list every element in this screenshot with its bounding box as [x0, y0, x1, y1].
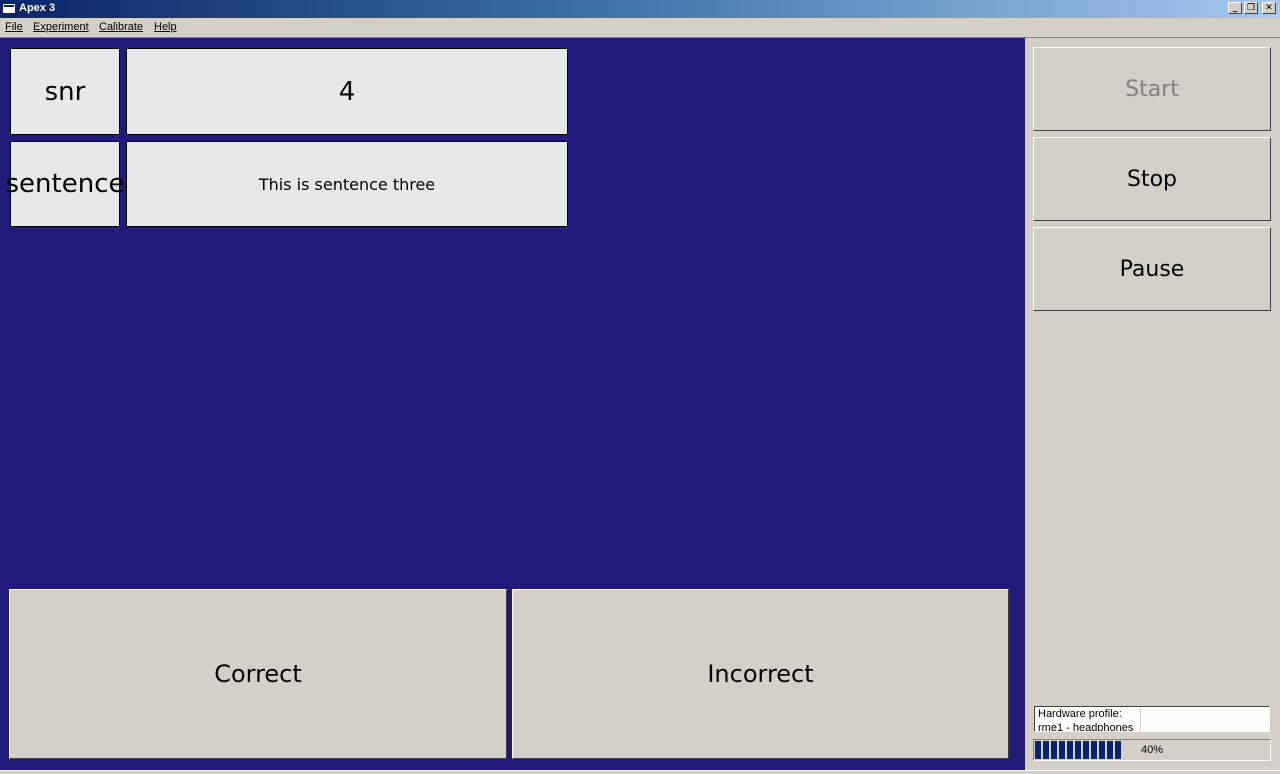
hardware-profile-box: Hardware profile: rme1 - headphones [1034, 706, 1270, 732]
param-value-snr: 4 [126, 48, 568, 135]
title-bar: Apex 3 _ ❐ ✕ [0, 0, 1280, 18]
hardware-profile-text: Hardware profile: rme1 - headphones [1038, 708, 1134, 732]
incorrect-button[interactable]: Incorrect [512, 589, 1009, 759]
app-icon [2, 3, 16, 14]
window-title: Apex 3 [19, 2, 56, 14]
progress-bar: 40% [1033, 739, 1271, 761]
start-button[interactable]: Start [1033, 47, 1271, 131]
stop-button[interactable]: Stop [1033, 137, 1271, 221]
bottom-edge [0, 770, 1280, 774]
restore-button[interactable]: ❐ [1244, 2, 1258, 14]
menu-experiment[interactable]: Experiment [33, 21, 89, 33]
close-button[interactable]: ✕ [1262, 2, 1276, 14]
menu-calibrate[interactable]: Calibrate [99, 21, 143, 33]
hardware-profile-divider [1140, 707, 1141, 731]
screen-area: snr 4 sentence This is sentence three Co… [0, 38, 1025, 770]
progress-label: 40% [1140, 744, 1164, 756]
menu-help[interactable]: Help [154, 21, 177, 33]
param-label-sentence: sentence [6, 141, 125, 227]
menu-bar: File Experiment Calibrate Help [0, 18, 1280, 38]
menu-file[interactable]: File [5, 21, 23, 33]
correct-button[interactable]: Correct [9, 589, 507, 759]
pause-button[interactable]: Pause [1033, 227, 1271, 311]
param-label-snr: snr [10, 48, 120, 135]
minimize-button[interactable]: _ [1228, 2, 1242, 14]
param-value-sentence: This is sentence three [126, 141, 568, 227]
